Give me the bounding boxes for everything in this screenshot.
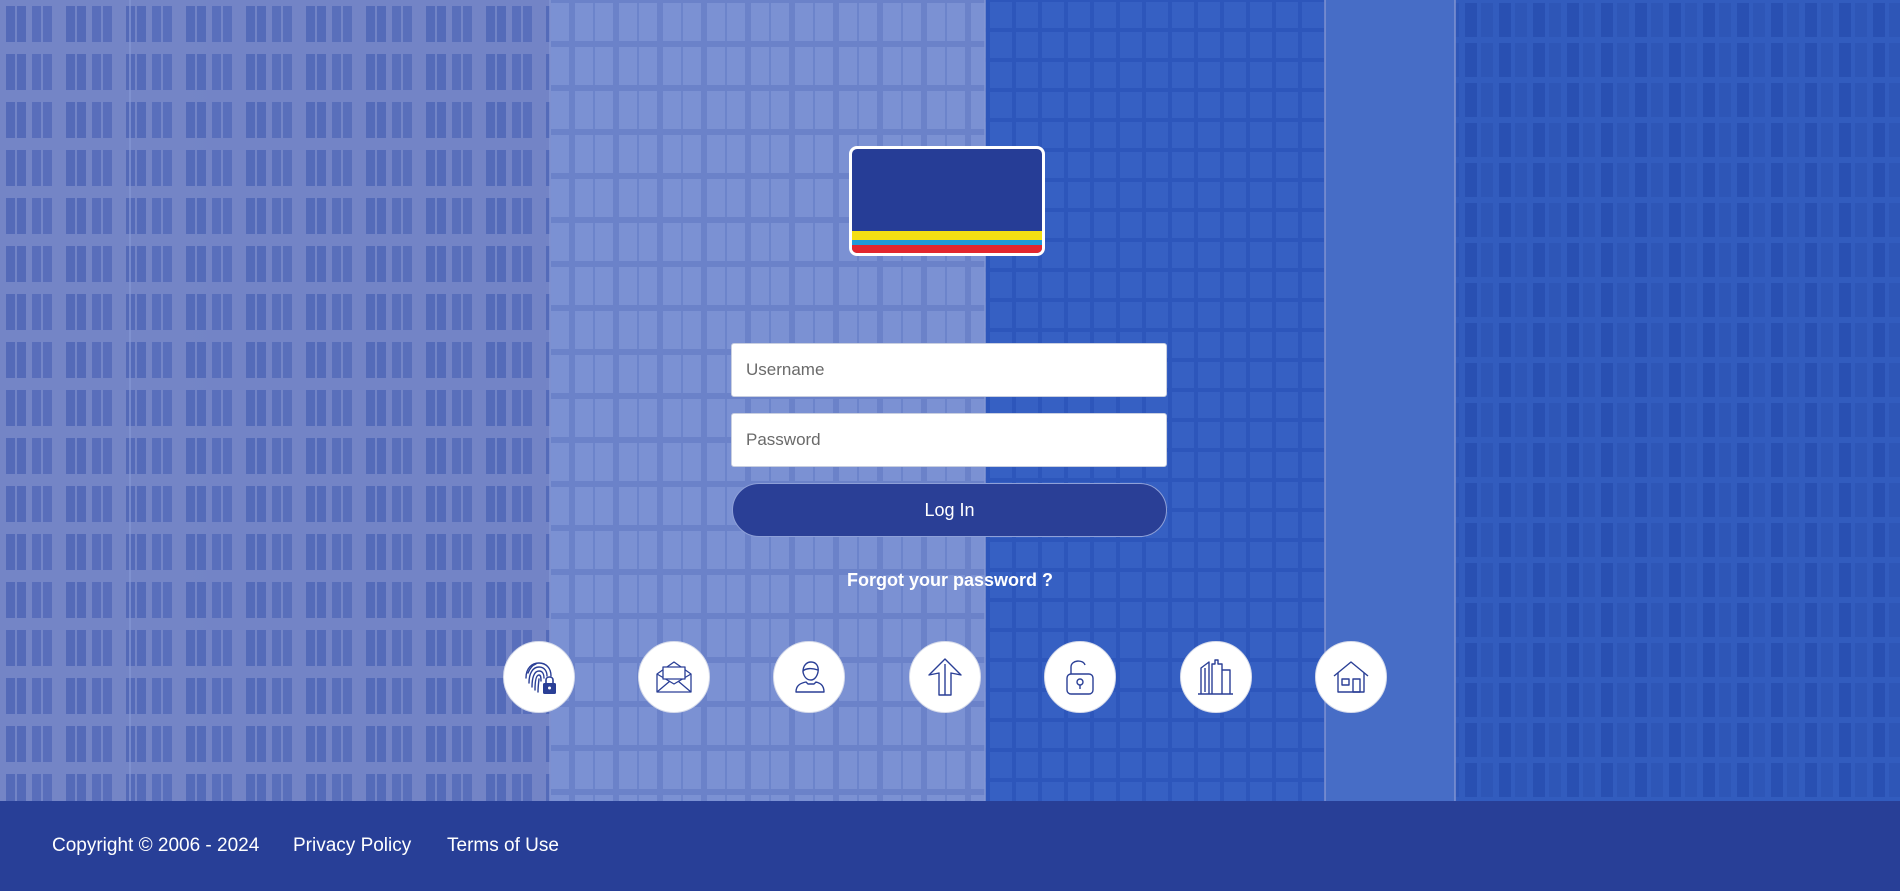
company-logo <box>849 146 1045 256</box>
footer: Copyright © 2006 - 2024 Privacy Policy T… <box>0 801 1900 891</box>
username-input[interactable] <box>731 343 1167 397</box>
copyright-text: Copyright © 2006 - 2024 <box>52 835 260 856</box>
email-button[interactable] <box>638 641 710 713</box>
envelope-icon <box>656 661 692 693</box>
login-page: Log In Forgot your password ? <box>0 0 1900 891</box>
terms-of-use-link[interactable]: Terms of Use <box>447 835 559 857</box>
login-button[interactable]: Log In <box>732 483 1167 537</box>
home-button[interactable] <box>1315 641 1387 713</box>
forgot-password-link[interactable]: Forgot your password ? <box>750 570 1150 591</box>
logo-stripe-yellow <box>852 231 1042 240</box>
unlock-button[interactable] <box>1044 641 1116 713</box>
upload-button[interactable] <box>909 641 981 713</box>
user-icon <box>795 661 825 693</box>
user-button[interactable] <box>773 641 845 713</box>
privacy-policy-link[interactable]: Privacy Policy <box>293 835 411 857</box>
padlock-icon <box>1066 660 1094 695</box>
arrow-up-icon <box>928 658 962 696</box>
fingerprint-lock-icon <box>525 662 556 694</box>
house-icon <box>1333 661 1369 693</box>
fingerprint-lock-button[interactable] <box>503 641 575 713</box>
buildings-icon <box>1198 659 1233 695</box>
logo-stripe-red <box>852 245 1042 253</box>
password-input[interactable] <box>731 413 1167 467</box>
company-button[interactable] <box>1180 641 1252 713</box>
